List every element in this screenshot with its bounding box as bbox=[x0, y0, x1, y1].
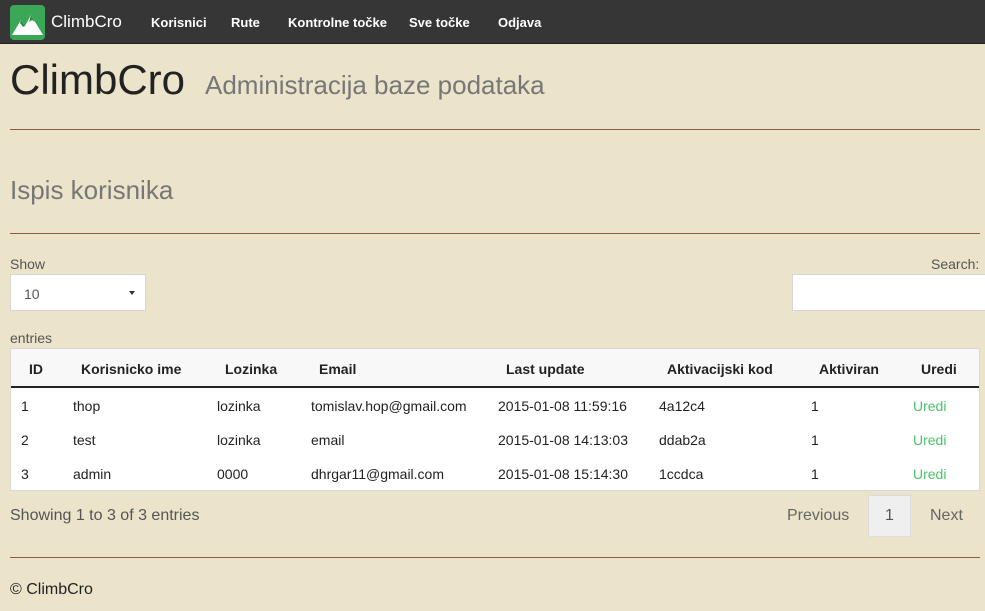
cell-id: 2 bbox=[21, 432, 29, 448]
show-label: Show bbox=[10, 256, 46, 272]
footer-copyright: © ClimbCro bbox=[10, 581, 93, 598]
pagination-next-button[interactable]: Next bbox=[930, 507, 963, 525]
entries-length-select[interactable]: 10 bbox=[10, 274, 146, 311]
section-title: Ispis korisnika bbox=[10, 175, 174, 205]
brand-name[interactable]: ClimbCro bbox=[51, 12, 122, 32]
length-select-value: 10 bbox=[24, 286, 40, 302]
pagination-previous-button[interactable]: Previous bbox=[787, 507, 849, 525]
pagination-page-1[interactable]: 1 bbox=[868, 495, 911, 537]
divider bbox=[10, 129, 980, 130]
cell-password: lozinka bbox=[217, 432, 261, 448]
column-header-activated[interactable]: Aktiviran bbox=[819, 361, 879, 377]
cell-activation-code: 4a12c4 bbox=[659, 398, 705, 414]
caret-down-icon bbox=[129, 291, 135, 295]
nav-item-korisnici[interactable]: Korisnici bbox=[151, 15, 207, 30]
divider bbox=[10, 233, 980, 234]
nav-item-odjava[interactable]: Odjava bbox=[498, 15, 541, 30]
column-header-password[interactable]: Lozinka bbox=[225, 361, 277, 377]
cell-activation-code: 1ccdca bbox=[659, 466, 704, 482]
nav-item-kontrolne-tocke[interactable]: Kontrolne točke bbox=[288, 15, 387, 30]
nav-item-rute[interactable]: Rute bbox=[231, 15, 260, 30]
cell-last-update: 2015-01-08 15:14:30 bbox=[498, 466, 628, 482]
cell-password: 0000 bbox=[217, 466, 249, 482]
search-label: Search: bbox=[931, 256, 980, 272]
table-info: Showing 1 to 3 of 3 entries bbox=[10, 507, 200, 524]
cell-last-update: 2015-01-08 11:59:16 bbox=[498, 398, 627, 414]
cell-username: thop bbox=[73, 398, 101, 414]
cell-id: 3 bbox=[21, 466, 29, 482]
column-header-edit[interactable]: Uredi bbox=[921, 361, 957, 377]
cell-activated: 1 bbox=[811, 432, 819, 448]
cell-email: email bbox=[311, 432, 345, 448]
edit-link[interactable]: Uredi bbox=[913, 432, 946, 448]
column-header-username[interactable]: Korisnicko ime bbox=[81, 361, 181, 377]
navbar: ClimbCro Korisnici Rute Kontrolne točke … bbox=[0, 0, 985, 44]
cell-activated: 1 bbox=[811, 398, 819, 414]
column-header-last-update[interactable]: Last update bbox=[506, 361, 585, 377]
page-subtitle: Administracija baze podataka bbox=[205, 70, 545, 100]
cell-password: lozinka bbox=[217, 398, 261, 414]
mountain-icon[interactable] bbox=[10, 5, 45, 40]
cell-last-update: 2015-01-08 14:13:03 bbox=[498, 432, 628, 448]
cell-email: tomislav.hop@gmail.com bbox=[311, 398, 467, 414]
cell-id: 1 bbox=[21, 398, 29, 414]
cell-activated: 1 bbox=[811, 466, 819, 482]
users-table: ID Korisnicko ime Lozinka Email Last upd… bbox=[10, 348, 980, 491]
table-header: ID Korisnicko ime Lozinka Email Last upd… bbox=[11, 349, 979, 388]
divider bbox=[10, 557, 980, 558]
cell-username: test bbox=[73, 432, 96, 448]
column-header-id[interactable]: ID bbox=[29, 361, 43, 377]
search-input[interactable] bbox=[792, 274, 985, 311]
column-header-activation-code[interactable]: Aktivacijski kod bbox=[667, 361, 773, 377]
edit-link[interactable]: Uredi bbox=[913, 398, 946, 414]
cell-email: dhrgar11@gmail.com bbox=[311, 466, 445, 482]
cell-username: admin bbox=[73, 466, 112, 482]
nav-item-sve-tocke[interactable]: Sve točke bbox=[409, 15, 470, 30]
entries-label: entries bbox=[10, 330, 53, 346]
column-header-email[interactable]: Email bbox=[319, 361, 356, 377]
page-title: ClimbCro bbox=[10, 56, 186, 103]
cell-activation-code: ddab2a bbox=[659, 432, 706, 448]
edit-link[interactable]: Uredi bbox=[913, 466, 946, 482]
